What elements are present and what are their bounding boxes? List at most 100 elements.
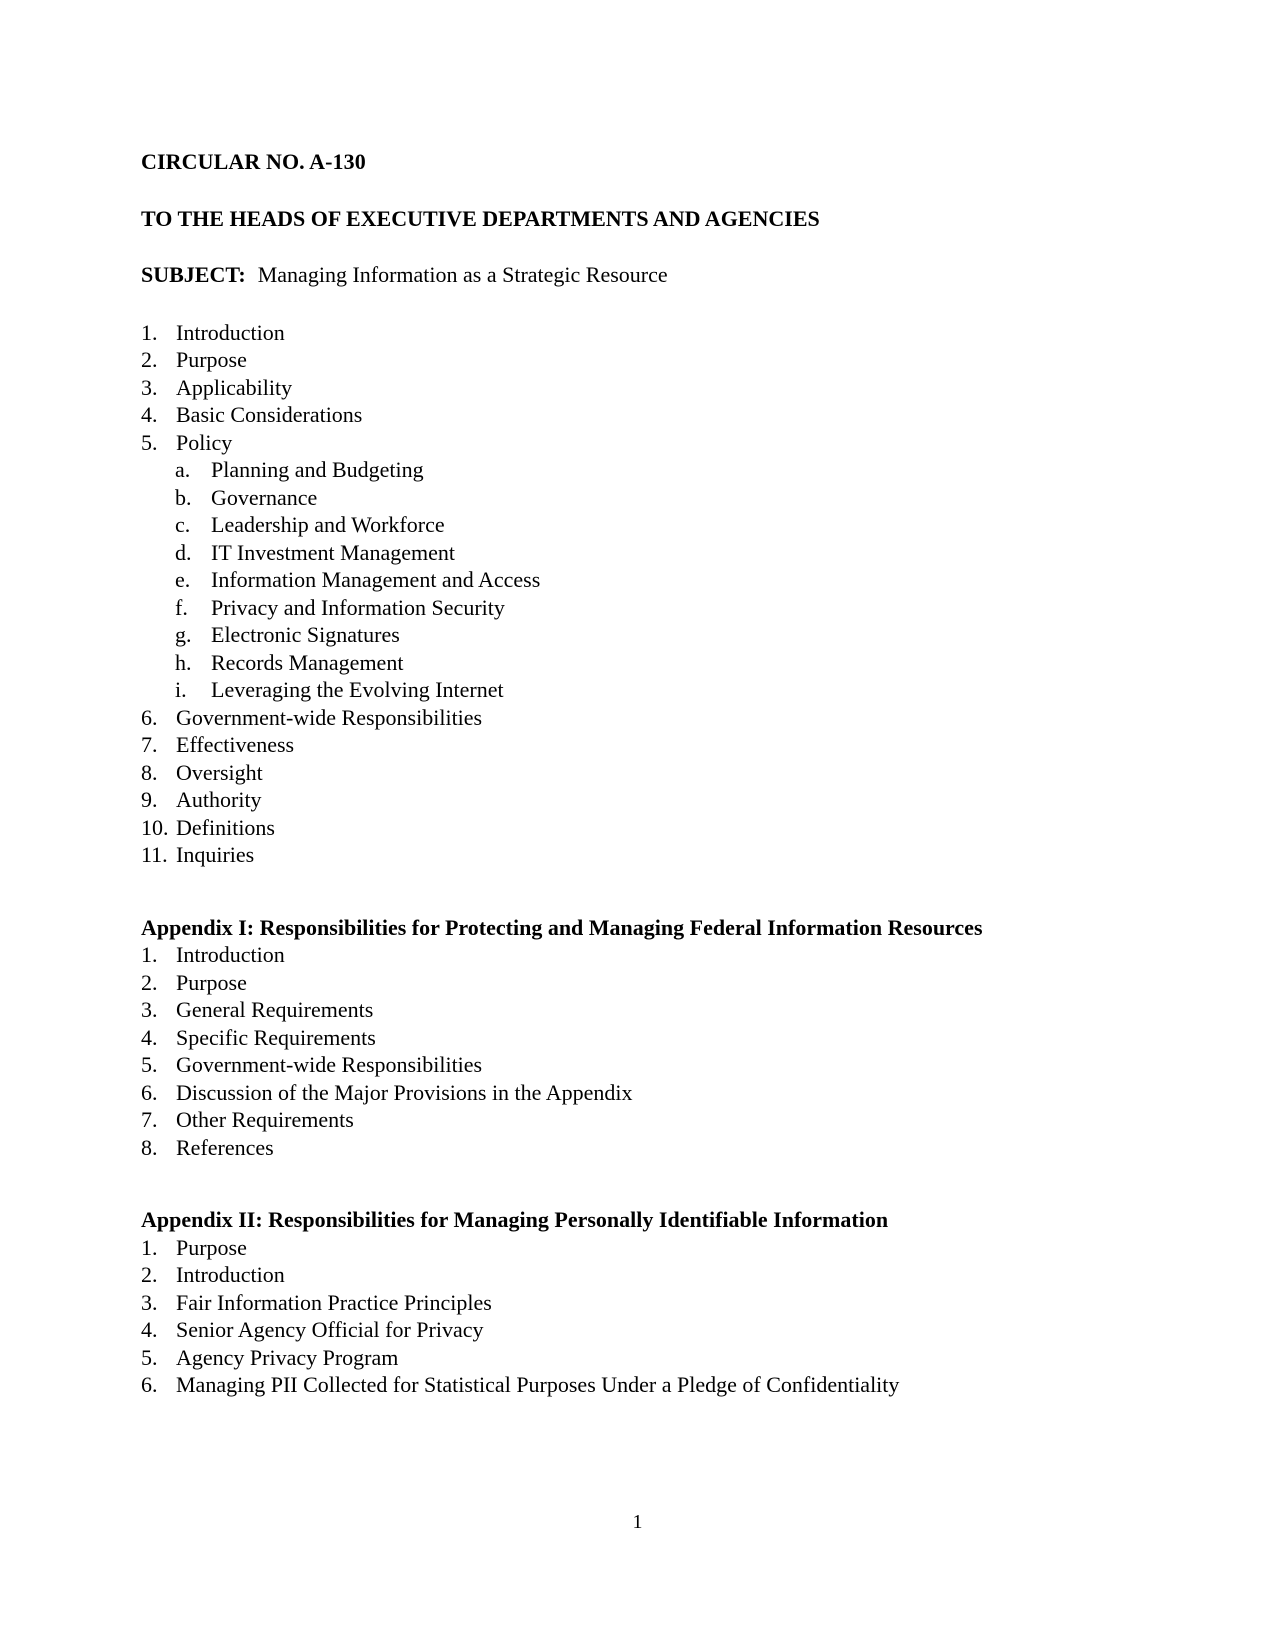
toc-subitem: g. Electronic Signatures [175,621,1101,649]
toc-item-label: Oversight [176,759,263,785]
toc-item-marker: 10. [141,814,169,840]
toc-subitem: i. Leveraging the Evolving Internet [175,676,1101,704]
toc-item-label: Definitions [176,814,275,840]
appendix-ii-heading: Appendix II: Responsibilities for Managi… [141,1207,889,1232]
toc-item: 3. Applicability [141,374,1101,402]
toc-subitem-label: Information Management and Access [211,567,541,592]
toc-subitem-label: Planning and Budgeting [211,457,424,482]
toc-subitem-label: Governance [211,484,318,510]
toc-subitem-label: Records Management [211,649,404,675]
toc-subitem: d. IT Investment Management [175,539,1101,567]
toc-item-label: Policy [176,429,233,455]
subject-label: SUBJECT: [141,262,246,287]
toc-subitem-label: Leadership and Workforce [211,512,445,537]
toc-subitem: f. Privacy and Information Security [175,594,1101,622]
toc-item: 1. Introduction [141,941,1101,969]
appendix-ii-section: Appendix II: Responsibilities for Managi… [141,1161,1101,1399]
toc-item: 6. Discussion of the Major Provisions in… [141,1079,1101,1107]
toc-subitem-marker: h. [175,649,192,675]
addressee-heading: TO THE HEADS OF EXECUTIVE DEPARTMENTS AN… [141,205,820,231]
subject-line: SUBJECT: Managing Information as a Strate… [141,232,1101,289]
toc-item-label: Purpose [176,969,247,995]
page-number: 1 [632,1511,643,1533]
toc-item: 5. Policy [141,429,1101,457]
toc-item: 6. Government-wide Responsibilities [141,704,1101,732]
toc-item-marker: 11. [141,842,168,867]
toc-item: 1. Purpose [141,1234,1101,1262]
toc-item: 8. References [141,1134,1101,1162]
toc-item-label: Specific Requirements [176,1024,376,1050]
toc-item: 2. Introduction [141,1261,1101,1289]
toc-item-label: Agency Privacy Program [176,1344,399,1370]
toc-subitem-label: IT Investment Management [211,539,455,565]
subject-value: Managing Information as a Strategic Reso… [257,262,668,287]
policy-subitems-container: a. Planning and Budgeting b. Governance … [141,456,1101,704]
toc-subitem-marker: i. [175,677,187,702]
toc-item-marker: 4. [141,1317,158,1342]
toc-subitem-marker: a. [175,457,191,482]
toc-item-marker: 8. [141,1134,158,1160]
toc-item-marker: 3. [141,374,158,400]
toc-item-label: Purpose [176,1234,247,1260]
toc-subitem: c. Leadership and Workforce [175,511,1101,539]
toc-item-label: References [176,1134,274,1160]
toc-subitem: a. Planning and Budgeting [175,456,1101,484]
toc-item-label: Purpose [176,347,247,372]
toc-item-label: Government-wide Responsibilities [176,704,483,730]
toc-item-marker: 1. [141,319,158,345]
toc-item-marker: 7. [141,1107,158,1132]
toc-item: 4. Specific Requirements [141,1024,1101,1052]
toc-subitem-marker: b. [175,484,192,510]
appendix-i-list: 1. Introduction 2. Purpose 3. General Re… [141,941,1101,1161]
toc-subitem-marker: e. [175,567,191,592]
toc-item-label: Introduction [176,319,285,345]
toc-item-marker: 2. [141,1262,158,1287]
toc-item: 11. Inquiries [141,841,1101,869]
toc-item-marker: 5. [141,1052,158,1077]
toc-item-marker: 1. [141,942,158,967]
toc-item-marker: 2. [141,347,158,372]
toc-item-label: Other Requirements [176,1107,354,1132]
toc-subitem: h. Records Management [175,649,1101,677]
toc-item-label: Basic Considerations [176,402,363,427]
toc-item-label: Inquiries [176,842,255,867]
toc-item-marker: 7. [141,732,158,757]
toc-item: 2. Purpose [141,346,1101,374]
toc-item-label: Government-wide Responsibilities [176,1052,483,1077]
toc-item-label: Applicability [176,374,293,400]
toc-item-label: General Requirements [176,997,374,1022]
toc-item-marker: 5. [141,1344,158,1370]
toc-item: 2. Purpose [141,969,1101,997]
toc-item-marker: 9. [141,787,158,812]
toc-item-label: Discussion of the Major Provisions in th… [176,1079,633,1105]
main-table-of-contents: 1. Introduction 2. Purpose 3. Applicabil… [141,289,1101,869]
toc-item-label: Introduction [176,942,285,967]
toc-item-marker: 3. [141,997,158,1022]
appendix-ii-list: 1. Purpose 2. Introduction 3. Fair Infor… [141,1234,1101,1399]
toc-item: 3. General Requirements [141,996,1101,1024]
toc-item-marker: 6. [141,1372,158,1397]
toc-item-label: Effectiveness [176,732,295,757]
toc-item: 10. Definitions [141,814,1101,842]
toc-item-label: Senior Agency Official for Privacy [176,1317,484,1342]
toc-item: 7. Effectiveness [141,731,1101,759]
toc-item: 8. Oversight [141,759,1101,787]
toc-subitem-marker: g. [175,622,192,647]
toc-item-marker: 1. [141,1234,158,1260]
toc-item-marker: 4. [141,402,158,427]
appendix-i-section: Appendix I: Responsibilities for Protect… [141,869,1101,1162]
toc-item: 4. Basic Considerations [141,401,1101,429]
toc-item-marker: 6. [141,1079,158,1105]
document-page: CIRCULAR NO. A-130 TO THE HEADS OF EXECU… [0,0,1275,1650]
toc-item: 9. Authority [141,786,1101,814]
circular-number-heading: CIRCULAR NO. A-130 [141,149,366,174]
toc-subitem-marker: c. [175,512,191,537]
toc-item: 7. Other Requirements [141,1106,1101,1134]
toc-subitem-label: Electronic Signatures [211,622,400,647]
toc-subitem-marker: f. [175,594,188,620]
toc-item: 5. Agency Privacy Program [141,1344,1101,1372]
policy-subitem-list: a. Planning and Budgeting b. Governance … [141,456,1101,704]
toc-item: 6. Managing PII Collected for Statistica… [141,1371,1101,1399]
toc-subitem: e. Information Management and Access [175,566,1101,594]
toc-subitem-label: Leveraging the Evolving Internet [211,677,504,702]
